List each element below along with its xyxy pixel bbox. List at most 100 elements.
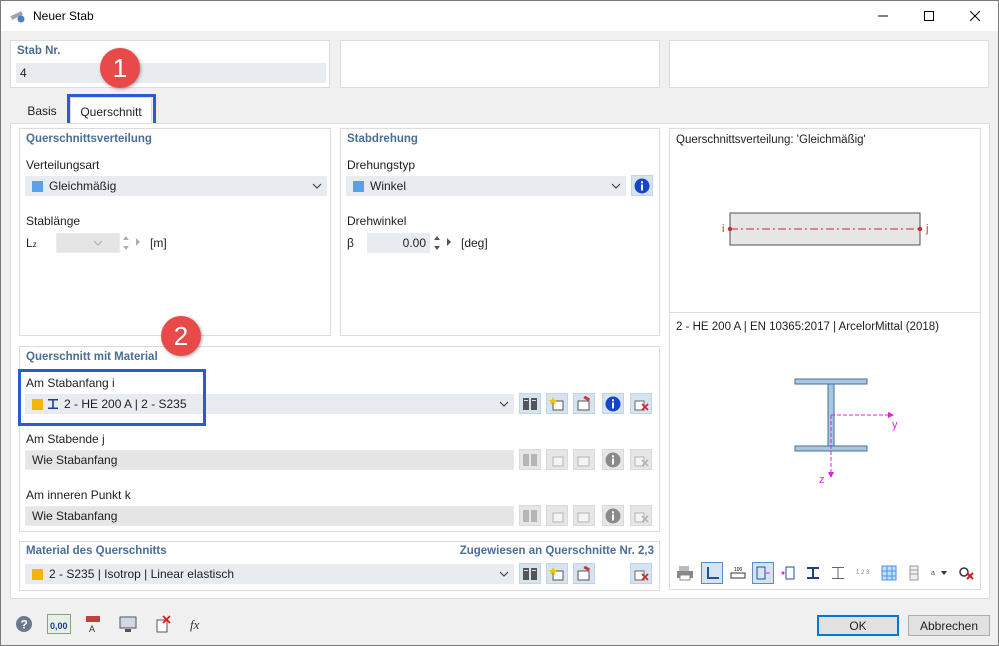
new-section-icon [549, 396, 564, 410]
section-library-button[interactable] [519, 393, 541, 414]
ende-new-button[interactable] [546, 449, 568, 470]
table-icon [909, 565, 919, 581]
tab-basis[interactable]: Basis [14, 99, 70, 123]
punkt-new-button[interactable] [546, 505, 568, 526]
drehwinkel-input[interactable]: 0.00 [367, 233, 430, 253]
minimize-button[interactable] [860, 1, 906, 31]
i-beam-icon [807, 567, 819, 579]
ende-edit-button[interactable] [573, 449, 595, 470]
app-icon [10, 11, 25, 23]
preview-grid-button[interactable] [878, 562, 900, 584]
library-icon [523, 397, 537, 410]
section-new-button[interactable] [546, 393, 568, 414]
maximize-button[interactable] [906, 1, 952, 31]
material-value: 2 - S235 | Isotrop | Linear elastisch [49, 567, 234, 581]
svg-text:?: ? [21, 618, 28, 632]
material-library-button[interactable] [519, 563, 541, 584]
grid-icon [881, 565, 897, 581]
stab-number-field[interactable]: 4 [16, 63, 326, 83]
stabende-value: Wie Stabanfang [32, 453, 118, 467]
lz-spinner-icon[interactable] [122, 233, 130, 253]
material-new-button[interactable] [546, 563, 568, 584]
reset-view-icon [959, 567, 974, 580]
preview-print-button[interactable] [674, 562, 696, 584]
ende-info-button[interactable] [602, 449, 624, 470]
drehwinkel-label: Drehwinkel [347, 214, 407, 228]
verteilungsart-select[interactable]: Gleichmäßig [25, 176, 327, 196]
querschnitt-material-title: Querschnitt mit Material [26, 351, 158, 363]
delete-section-icon [634, 456, 649, 467]
drehungstyp-select[interactable]: Winkel [346, 176, 626, 196]
node-i-marker [727, 226, 733, 232]
ende-library-button[interactable] [519, 449, 541, 470]
units-button[interactable]: 0,00 [46, 613, 72, 635]
axes-icon [756, 566, 770, 580]
preview-axes-button[interactable] [752, 562, 774, 584]
points-icon [781, 566, 795, 580]
edit-material-icon [577, 565, 591, 580]
minimize-icon [878, 15, 888, 17]
cancel-button[interactable]: Abbrechen [908, 615, 990, 636]
preview-measure-button[interactable]: 100 [727, 562, 749, 584]
delete-object-button[interactable] [151, 613, 175, 635]
numbering-icon: 1 2 3 [856, 570, 870, 576]
innerer-punkt-select[interactable]: Wie Stabanfang [25, 506, 514, 526]
drehungstyp-label: Drehungstyp [347, 158, 416, 172]
library-icon [523, 567, 537, 580]
lz-unit: [m] [150, 236, 167, 250]
preview-dimensions-button[interactable] [701, 562, 723, 584]
view-dropdown-icon: a [931, 570, 947, 577]
info-icon [634, 178, 650, 193]
delete-section-icon [634, 400, 649, 411]
view-settings-button[interactable] [116, 613, 140, 635]
info-icon [605, 396, 621, 411]
axis-y-label: y [892, 419, 898, 431]
top-middle-panel [340, 40, 660, 88]
punkt-info-button[interactable] [602, 505, 624, 526]
edit-section-icon [577, 395, 591, 410]
ende-delete-button[interactable] [630, 449, 652, 470]
drehungstyp-value: Winkel [370, 179, 407, 193]
lz-arrow-right-icon[interactable] [135, 237, 141, 247]
i-beam-cross-section [794, 378, 894, 478]
punkt-library-button[interactable] [519, 505, 541, 526]
material-delete-button[interactable] [630, 563, 652, 584]
section-info-button[interactable] [602, 393, 624, 414]
material-edit-button[interactable] [573, 563, 595, 584]
punkt-edit-button[interactable] [573, 505, 595, 526]
section-edit-button[interactable] [573, 393, 595, 414]
help-button[interactable]: ? [12, 613, 36, 635]
drehungstyp-color-swatch [353, 180, 364, 192]
i-beam-thin-icon [832, 567, 844, 579]
close-button[interactable] [952, 1, 998, 31]
units-icon: 0,00 [47, 614, 71, 634]
preview-table-button[interactable] [903, 562, 925, 584]
svg-text:fx: fx [190, 617, 200, 632]
highlight-box-stabanfang [18, 369, 206, 426]
stab-number-value: 4 [20, 66, 27, 80]
drehungstyp-info-button[interactable] [631, 175, 653, 196]
preview-divider [670, 312, 980, 313]
maximize-icon [924, 11, 934, 21]
preview-reset-button[interactable] [955, 562, 977, 584]
delete-section-icon [634, 512, 649, 523]
ok-button[interactable]: OK [817, 615, 899, 636]
punkt-delete-button[interactable] [630, 505, 652, 526]
text-style-button[interactable]: A [81, 613, 105, 635]
material-select[interactable]: 2 - S235 | Isotrop | Linear elastisch [25, 564, 514, 584]
preview-section-outline-button[interactable] [802, 562, 824, 584]
preview-points-button[interactable] [777, 562, 799, 584]
drehwinkel-arrow-right-icon[interactable] [446, 237, 452, 247]
section-delete-button[interactable] [630, 393, 652, 414]
preview-section-thin-button[interactable] [827, 562, 849, 584]
preview-numbering-button[interactable]: 1 2 3 [852, 562, 874, 584]
preview-view-dropdown[interactable]: a [928, 562, 952, 584]
library-icon [523, 453, 537, 466]
drehwinkel-spinner-icon[interactable] [433, 233, 441, 253]
lz-input[interactable] [56, 233, 120, 253]
stabende-select[interactable]: Wie Stabanfang [25, 450, 514, 470]
formula-button[interactable]: fx [186, 613, 210, 635]
drehwinkel-value: 0.00 [402, 236, 426, 250]
top-right-panel [669, 40, 989, 88]
library-icon [523, 509, 537, 522]
